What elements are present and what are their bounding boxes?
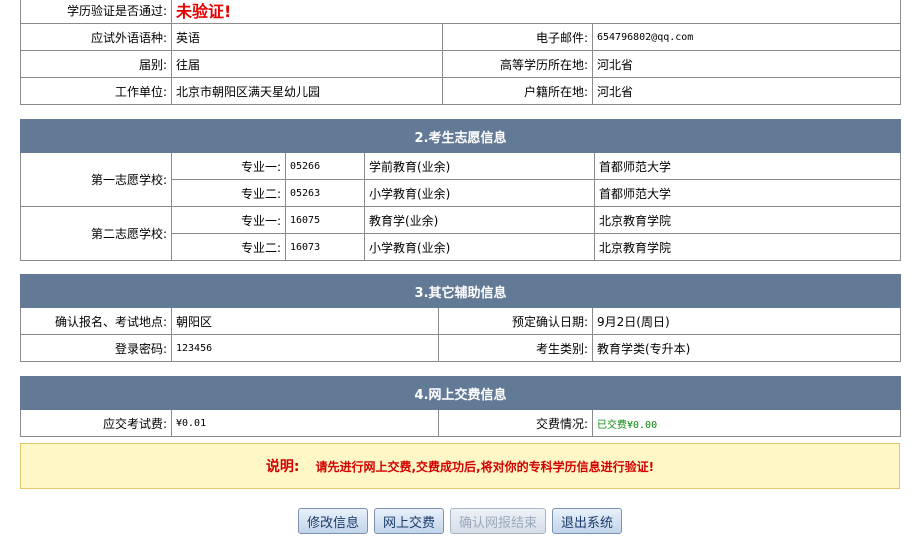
payment-table: 4.网上交费信息 应交考试费: ¥0.01 交费情况: 已交费¥0.00	[19, 376, 902, 437]
major-label: 专业二:	[171, 233, 286, 261]
registration-page: 学历验证是否通过: 未验证! 应试外语语种: 英语 电子邮件: 65479680…	[0, 0, 920, 542]
foreign-lang-label: 应试外语语种:	[20, 23, 172, 51]
wishes-section-title: 2.考生志愿信息	[19, 119, 902, 153]
action-bar: 修改信息 网上交费 确认网报结束 退出系统	[0, 508, 920, 534]
category-label: 考生类别:	[438, 334, 593, 362]
work-unit-label: 工作单位:	[20, 77, 172, 105]
major-code: 16075	[285, 206, 365, 234]
aux-info-table: 3.其它辅助信息 确认报名、考试地点: 朝阳区 预定确认日期: 9月2日(周日)…	[19, 274, 902, 362]
hukou-label: 户籍所在地:	[442, 77, 593, 105]
pay-status-label: 交费情况:	[438, 409, 593, 437]
grad-type-value: 往届	[171, 50, 443, 78]
email-label: 电子邮件:	[442, 23, 593, 51]
major-label: 专业二:	[171, 179, 286, 207]
major-school: 北京教育学院	[593, 233, 902, 261]
edu-location-label: 高等学历所在地:	[442, 50, 593, 78]
aux-section-title: 3.其它辅助信息	[19, 274, 902, 308]
online-pay-button[interactable]: 网上交费	[373, 508, 444, 534]
pay-status-value: 已交费¥0.00	[591, 409, 902, 437]
table-row: 应试外语语种: 英语 电子邮件: 654796802@qq.com	[20, 23, 901, 51]
table-row: 学历验证是否通过: 未验证!	[20, 0, 901, 24]
notice-title: 说明:	[265, 459, 300, 475]
table-row: 工作单位: 北京市朝阳区满天星幼儿园 户籍所在地: 河北省	[20, 77, 901, 105]
table-row: 登录密码: 123456 考生类别: 教育学类(专升本)	[20, 334, 902, 362]
first-school-label: 第一志愿学校:	[20, 152, 172, 207]
major-name: 小学教育(业余)	[364, 179, 595, 207]
confirm-finish-button[interactable]: 确认网报结束	[450, 508, 547, 534]
wishes-table: 2.考生志愿信息 第一志愿学校: 专业一: 05266 学前教育(业余) 首都师…	[19, 119, 902, 261]
notice-text: 请先进行网上交费,交费成功后,将对你的专科学历信息进行验证!	[315, 459, 655, 474]
major-code: 05266	[285, 152, 365, 180]
table-row: 届别: 往届 高等学历所在地: 河北省	[20, 50, 901, 78]
second-school-label: 第二志愿学校:	[20, 206, 172, 261]
password-label: 登录密码:	[20, 334, 172, 362]
personal-info-table: 学历验证是否通过: 未验证! 应试外语语种: 英语 电子邮件: 65479680…	[20, 0, 901, 105]
fee-value: ¥0.01	[171, 409, 439, 437]
edu-location-value: 河北省	[592, 50, 901, 78]
confirm-date-label: 预定确认日期:	[438, 307, 593, 335]
work-unit-value: 北京市朝阳区满天星幼儿园	[171, 77, 443, 105]
fee-label: 应交考试费:	[20, 409, 172, 437]
major-label: 专业一:	[171, 206, 286, 234]
major-school: 首都师范大学	[593, 179, 902, 207]
confirm-date-value: 9月2日(周日)	[591, 307, 902, 335]
password-value: 123456	[171, 334, 439, 362]
foreign-lang-value: 英语	[171, 23, 443, 51]
email-value: 654796802@qq.com	[592, 23, 901, 51]
table-row: 第一志愿学校: 专业一: 05266 学前教育(业余) 首都师范大学	[20, 152, 902, 207]
major-code: 16073	[285, 233, 365, 261]
table-row: 确认报名、考试地点: 朝阳区 预定确认日期: 9月2日(周日)	[20, 307, 902, 335]
confirm-place-value: 朝阳区	[171, 307, 439, 335]
payment-section-title: 4.网上交费信息	[19, 376, 902, 410]
category-value: 教育学类(专升本)	[591, 334, 902, 362]
table-row: 应交考试费: ¥0.01 交费情况: 已交费¥0.00	[20, 409, 902, 437]
edu-verify-label: 学历验证是否通过:	[20, 0, 172, 24]
major-label: 专业一:	[171, 152, 286, 180]
major-name: 教育学(业余)	[364, 206, 595, 234]
major-code: 05263	[285, 179, 365, 207]
edit-info-button[interactable]: 修改信息	[297, 508, 368, 534]
edu-verify-status: 未验证!	[176, 2, 232, 21]
confirm-place-label: 确认报名、考试地点:	[20, 307, 172, 335]
grad-type-label: 届别:	[20, 50, 172, 78]
major-school: 首都师范大学	[593, 152, 902, 180]
major-school: 北京教育学院	[593, 206, 902, 234]
table-row: 第二志愿学校: 专业一: 16075 教育学(业余) 北京教育学院	[20, 206, 902, 261]
notice-box: 说明: 请先进行网上交费,交费成功后,将对你的专科学历信息进行验证!	[20, 443, 900, 489]
major-name: 学前教育(业余)	[364, 152, 595, 180]
exit-system-button[interactable]: 退出系统	[552, 508, 623, 534]
hukou-value: 河北省	[592, 77, 901, 105]
major-name: 小学教育(业余)	[364, 233, 595, 261]
